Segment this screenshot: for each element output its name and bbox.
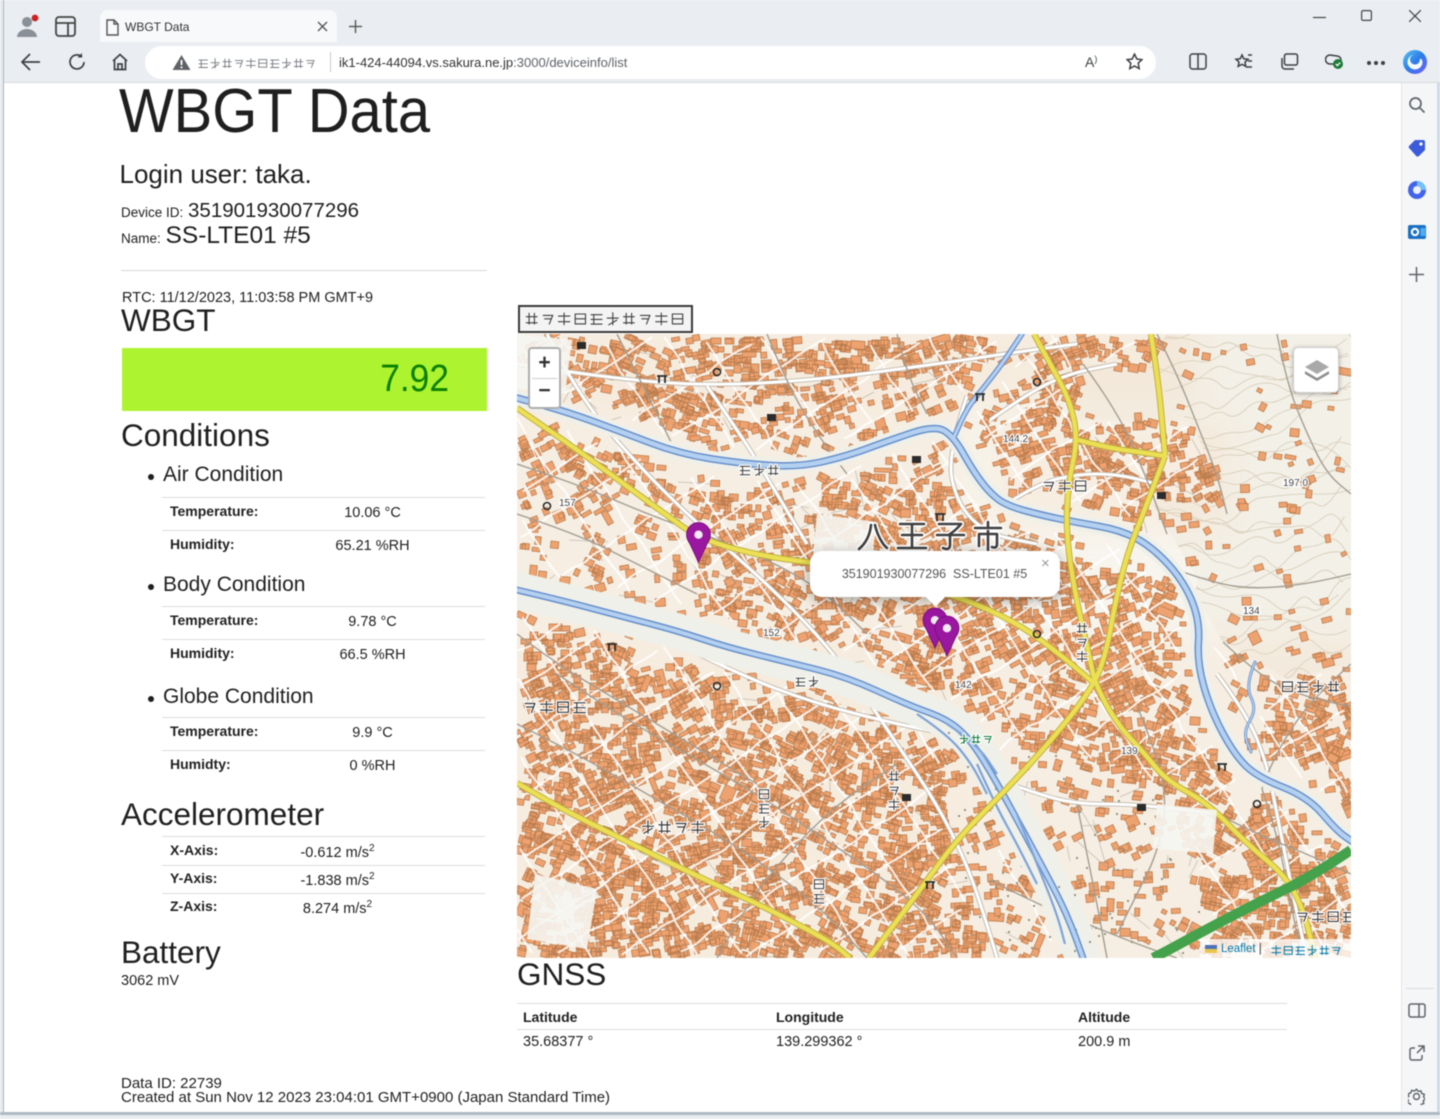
svg-text:134: 134 — [1243, 606, 1260, 617]
svg-text:152: 152 — [763, 628, 780, 639]
svg-text:139: 139 — [1121, 746, 1138, 757]
svg-text:197.0: 197.0 — [1283, 478, 1308, 489]
svg-text:157: 157 — [559, 498, 576, 509]
svg-text:142: 142 — [955, 680, 972, 691]
svg-text:144.2: 144.2 — [1003, 434, 1028, 445]
